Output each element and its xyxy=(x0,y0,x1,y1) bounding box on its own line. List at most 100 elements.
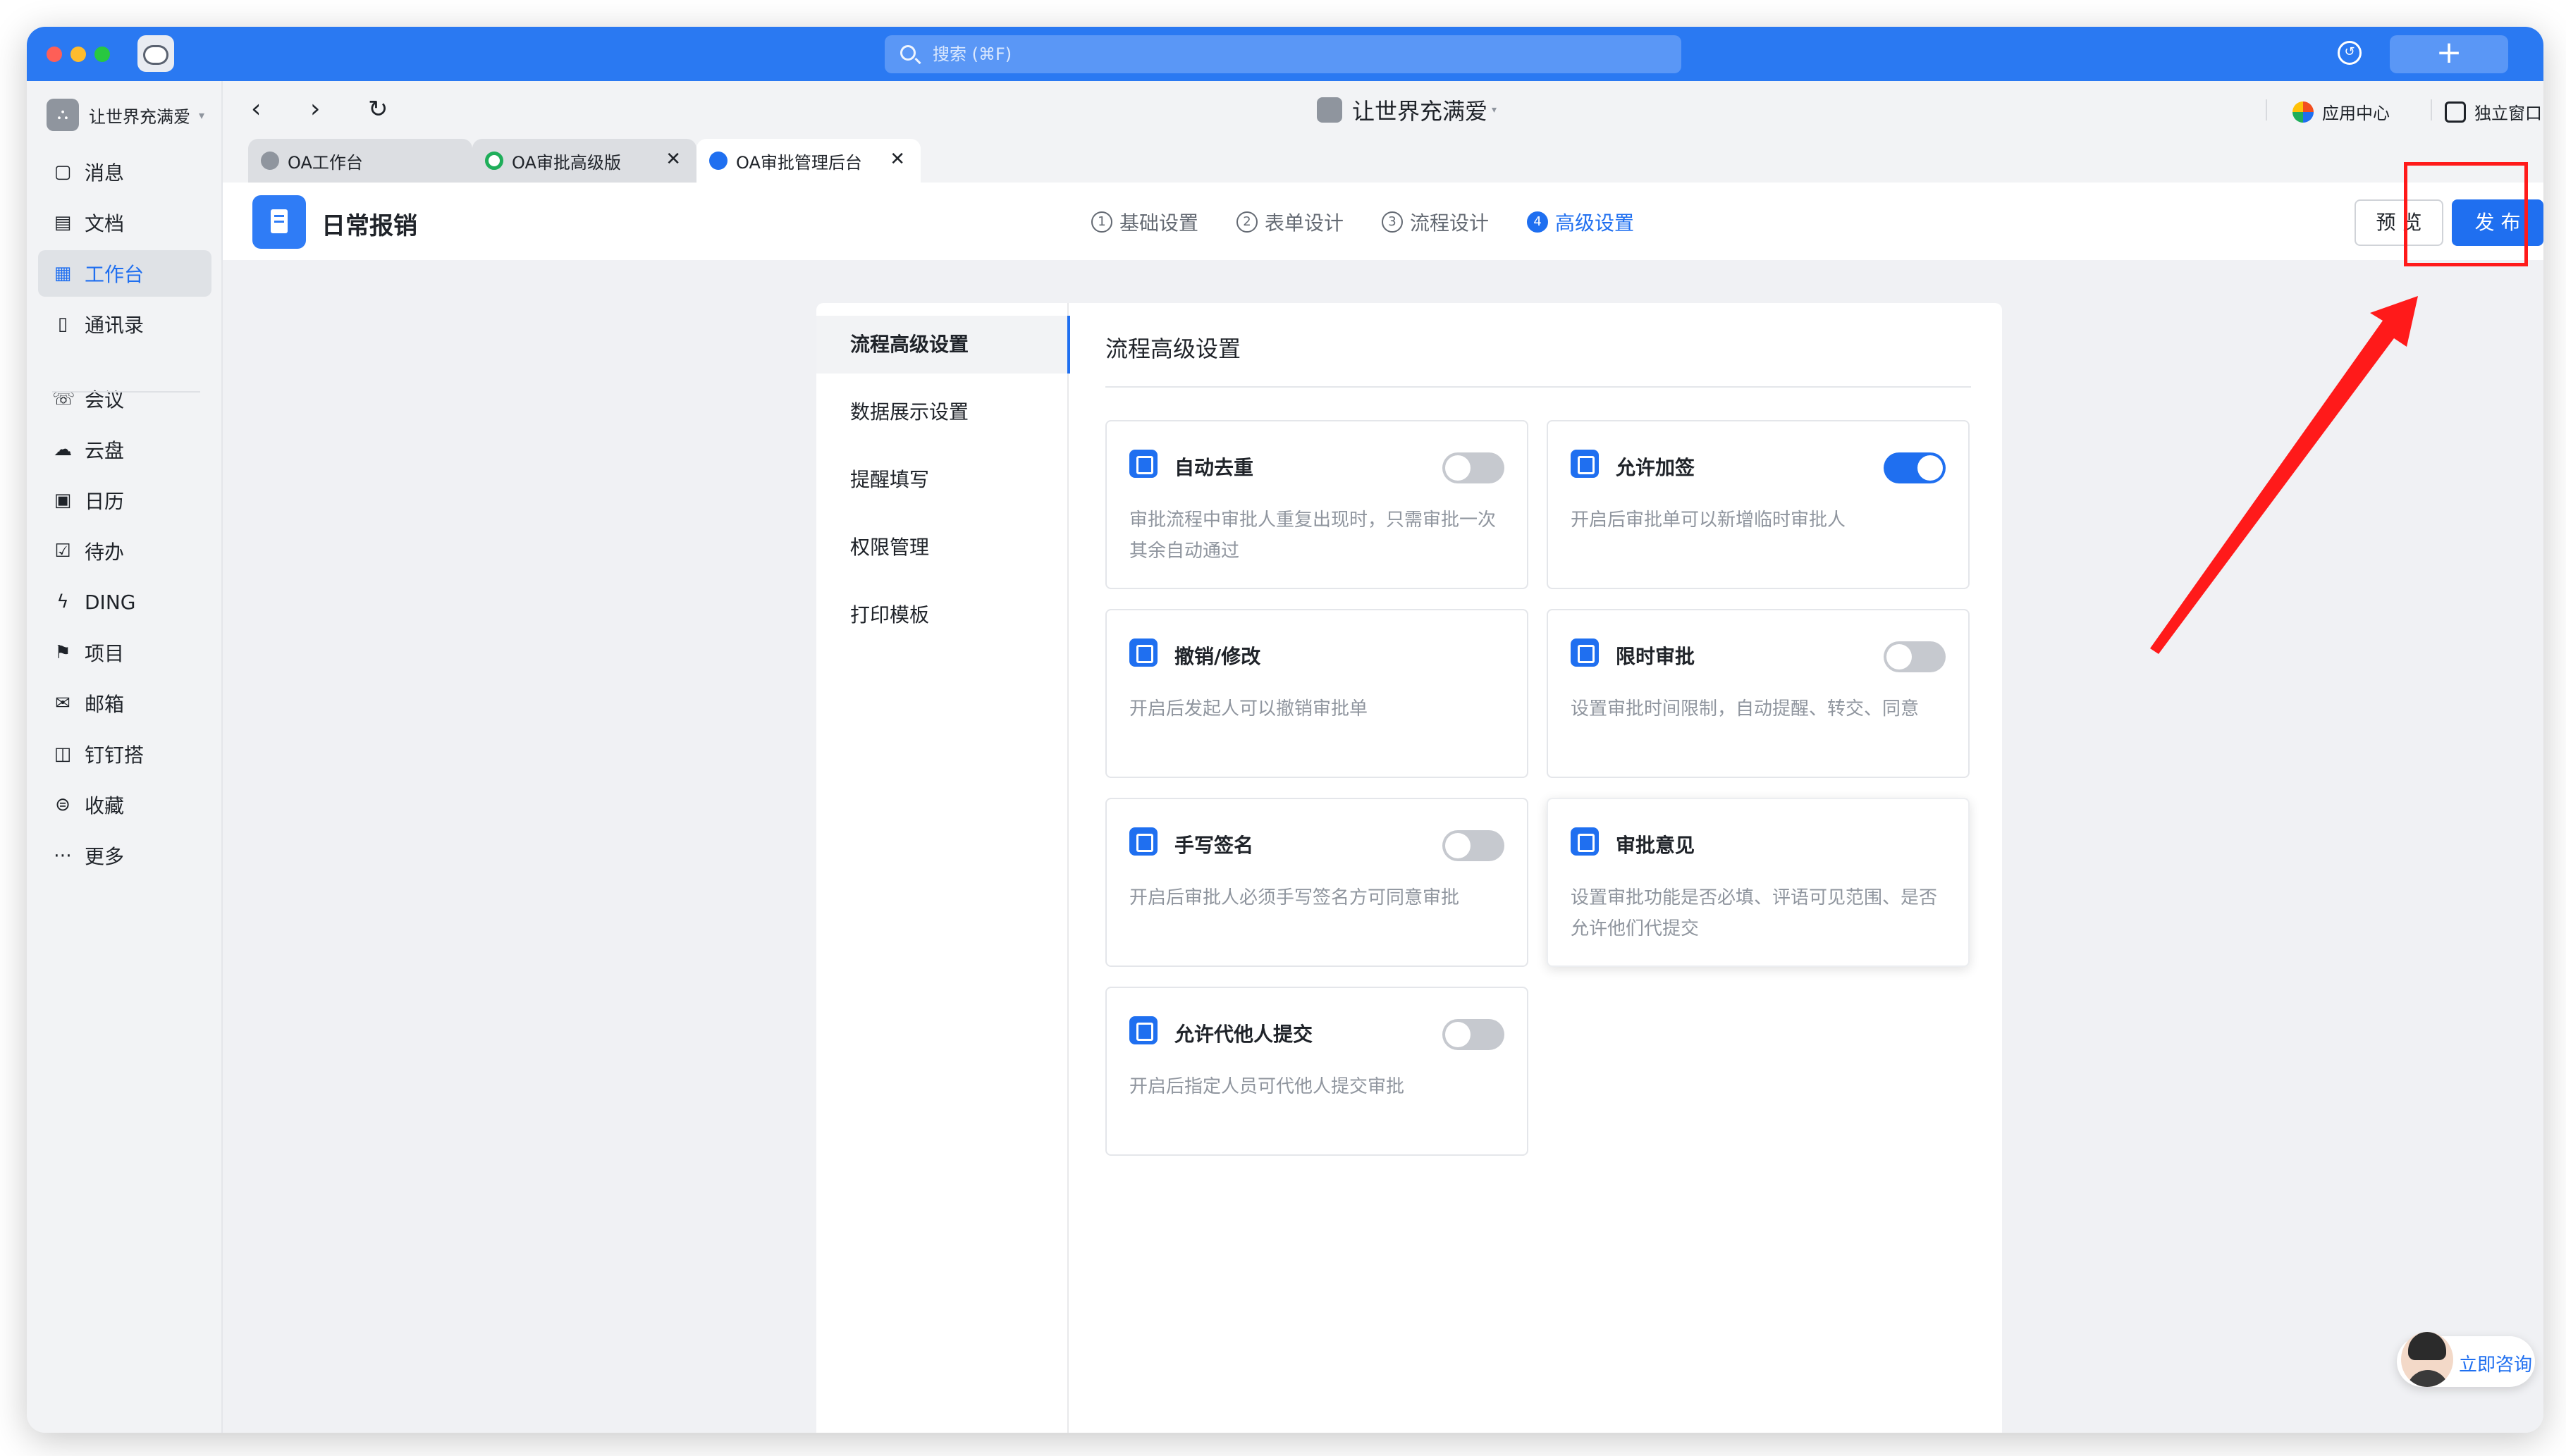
handwritten-signature-toggle[interactable] xyxy=(1442,830,1504,861)
standalone-window-link[interactable]: 独立窗口 xyxy=(2445,99,2542,124)
search-placeholder: 搜索 (⌘F) xyxy=(933,44,1012,64)
step-label: 基础设置 xyxy=(1119,211,1199,235)
divider xyxy=(2431,99,2432,121)
form-icon xyxy=(252,195,306,249)
step-number: 3 xyxy=(1382,211,1404,233)
external-window-icon xyxy=(2445,101,2466,123)
workbench-icon: ▦ xyxy=(54,263,72,284)
setting-card-revoke-modify[interactable]: 撤销/修改 开启后发起人可以撤销审批单 xyxy=(1105,609,1528,778)
tab-strip: OA工作台 OA审批高级版 ✕ OA审批管理后台 ✕ xyxy=(223,139,2543,183)
sidebar-item-label: 收藏 xyxy=(85,794,125,818)
step-process-design[interactable]: 3 流程设计 xyxy=(1382,208,1489,236)
refresh-icon[interactable]: ↻ xyxy=(368,95,388,123)
setting-card-handwritten-signature: 手写签名 开启后审批人必须手写签名方可同意审批 xyxy=(1105,798,1528,967)
step-basic-settings[interactable]: 1 基础设置 xyxy=(1091,208,1198,236)
more-icon: ⋯ xyxy=(54,845,72,866)
todo-icon: ☑ xyxy=(54,541,71,562)
history-icon[interactable]: ↺ xyxy=(2338,41,2362,65)
box-icon xyxy=(1129,450,1158,478)
cloud-drive-icon: ☁ xyxy=(54,439,72,460)
settings-nav-data-display[interactable]: 数据展示设置 xyxy=(816,383,1069,441)
setting-card-approval-comments[interactable]: 审批意见 设置审批功能是否必填、评语可见范围、是否允许他们代提交 xyxy=(1547,798,1970,967)
sidebar-item-label: 云盘 xyxy=(85,439,125,462)
close-icon[interactable]: ✕ xyxy=(890,149,905,170)
settings-panel: 流程高级设置 数据展示设置 提醒填写 权限管理 打印模板 流程高级设置 自动去重… xyxy=(816,303,2002,1433)
annotation-arrow xyxy=(2150,296,2418,654)
sidebar-item-11[interactable]: ◫ 钉钉搭 xyxy=(38,731,211,777)
setting-description: 开启后审批单可以新增临时审批人 xyxy=(1571,510,1846,531)
setting-card-time-limit: 限时审批 设置审批时间限制，自动提醒、转交、同意 xyxy=(1547,609,1970,778)
tab-app-icon xyxy=(485,152,503,170)
auto-dedupe-toggle[interactable] xyxy=(1442,452,1504,483)
sidebar-item-6[interactable]: ▣ 日历 xyxy=(38,477,211,524)
sidebar-item-13[interactable]: ⋯ 更多 xyxy=(38,832,211,879)
app-center-link[interactable]: 应用中心 xyxy=(2292,99,2390,124)
document-icon: ▤ xyxy=(54,212,72,233)
sidebar-item-12[interactable]: ⊜ 收藏 xyxy=(38,782,211,828)
box-icon xyxy=(1571,638,1599,667)
close-window-button[interactable] xyxy=(47,47,62,62)
contacts-icon: ▯ xyxy=(57,314,68,335)
setting-title: 手写签名 xyxy=(1174,834,1254,857)
setting-title: 限时审批 xyxy=(1616,645,1695,668)
sidebar-item-10[interactable]: ✉ 邮箱 xyxy=(38,680,211,727)
create-button[interactable]: + xyxy=(2390,35,2508,73)
sidebar-item-4[interactable]: ☏ 会议 xyxy=(38,376,211,422)
settings-nav-process-advanced[interactable]: 流程高级设置 xyxy=(816,316,1070,374)
settings-nav-permissions[interactable]: 权限管理 xyxy=(816,519,1069,576)
sidebar-item-1[interactable]: ▤ 文档 xyxy=(38,199,211,246)
standalone-window-label: 独立窗口 xyxy=(2474,104,2542,123)
sidebar-item-label: 工作台 xyxy=(85,263,145,286)
setting-title: 审批意见 xyxy=(1616,834,1695,857)
ding-icon: ϟ xyxy=(56,591,69,612)
minimize-window-button[interactable] xyxy=(70,47,86,62)
app-center-icon xyxy=(2292,101,2314,123)
panel-divider xyxy=(1105,386,1971,388)
submit-for-others-toggle[interactable] xyxy=(1442,1019,1504,1050)
setting-card-allow-add-approver: 允许加签 开启后审批单可以新增临时审批人 xyxy=(1547,420,1970,589)
settings-nav-reminder[interactable]: 提醒填写 xyxy=(816,451,1069,509)
maximize-window-button[interactable] xyxy=(94,47,110,62)
setting-title: 允许代他人提交 xyxy=(1174,1023,1313,1046)
box-icon xyxy=(1571,450,1599,478)
step-advanced-settings[interactable]: 4 高级设置 xyxy=(1527,208,1634,236)
form-title: 日常报销 xyxy=(321,212,417,240)
box-icon xyxy=(1129,638,1158,667)
sidebar-item-0[interactable]: ▢ 消息 xyxy=(38,149,211,195)
org-switcher[interactable]: ⛬ 让世界充满爱 ▾ xyxy=(47,98,204,132)
settings-nav-print-template[interactable]: 打印模板 xyxy=(816,586,1069,644)
sidebar-item-label: DING xyxy=(85,590,136,614)
setting-card-submit-for-others: 允许代他人提交 开启后指定人员可代他人提交审批 xyxy=(1105,987,1528,1156)
allow-add-approver-toggle[interactable] xyxy=(1884,452,1946,483)
back-icon[interactable]: ‹ xyxy=(251,95,261,123)
form-header: 日常报销 1 基础设置 2 表单设计 3 流程设计 4 高级设置 预 览 发 布 xyxy=(223,183,2543,260)
sidebar-item-5[interactable]: ☁ 云盘 xyxy=(38,426,211,473)
step-form-design[interactable]: 2 表单设计 xyxy=(1236,208,1344,236)
user-avatar[interactable] xyxy=(137,35,174,72)
agent-avatar xyxy=(2401,1332,2453,1387)
workspace-title-text: 让世界充满爱 xyxy=(1352,98,1488,125)
time-limit-toggle[interactable] xyxy=(1884,641,1946,672)
sidebar-item-7[interactable]: ☑ 待办 xyxy=(38,528,211,574)
tab-oa-approval-admin[interactable]: OA审批管理后台 ✕ xyxy=(696,139,921,183)
sidebar-item-8[interactable]: ϟ DING xyxy=(38,579,211,625)
setting-description: 开启后审批人必须手写签名方可同意审批 xyxy=(1129,887,1460,908)
annotation-highlight-box xyxy=(2404,162,2528,266)
sidebar-item-label: 通讯录 xyxy=(85,314,145,337)
tab-oa-workbench[interactable]: OA工作台 xyxy=(248,139,472,183)
window-topbar: 搜索 (⌘F) ↺ + xyxy=(27,27,2543,81)
org-icon xyxy=(1317,97,1342,123)
forward-icon[interactable]: › xyxy=(310,95,320,123)
consult-button[interactable]: 立即咨询 xyxy=(2397,1332,2535,1387)
sidebar-item-label: 更多 xyxy=(85,845,125,868)
org-name: 让世界充满爱 xyxy=(89,106,190,127)
tab-oa-approval-advanced[interactable]: OA审批高级版 ✕ xyxy=(472,139,696,183)
project-icon: ⚑ xyxy=(54,642,71,663)
workspace-title[interactable]: 让世界充满爱 ▾ xyxy=(1317,94,1497,126)
global-search-input[interactable]: 搜索 (⌘F) xyxy=(885,35,1681,73)
tab-app-icon xyxy=(709,152,728,170)
close-icon[interactable]: ✕ xyxy=(665,149,681,170)
sidebar-item-9[interactable]: ⚑ 项目 xyxy=(38,629,211,676)
sidebar-item-2[interactable]: ▦ 工作台 xyxy=(38,250,211,297)
sidebar-item-3[interactable]: ▯ 通讯录 xyxy=(38,301,211,347)
